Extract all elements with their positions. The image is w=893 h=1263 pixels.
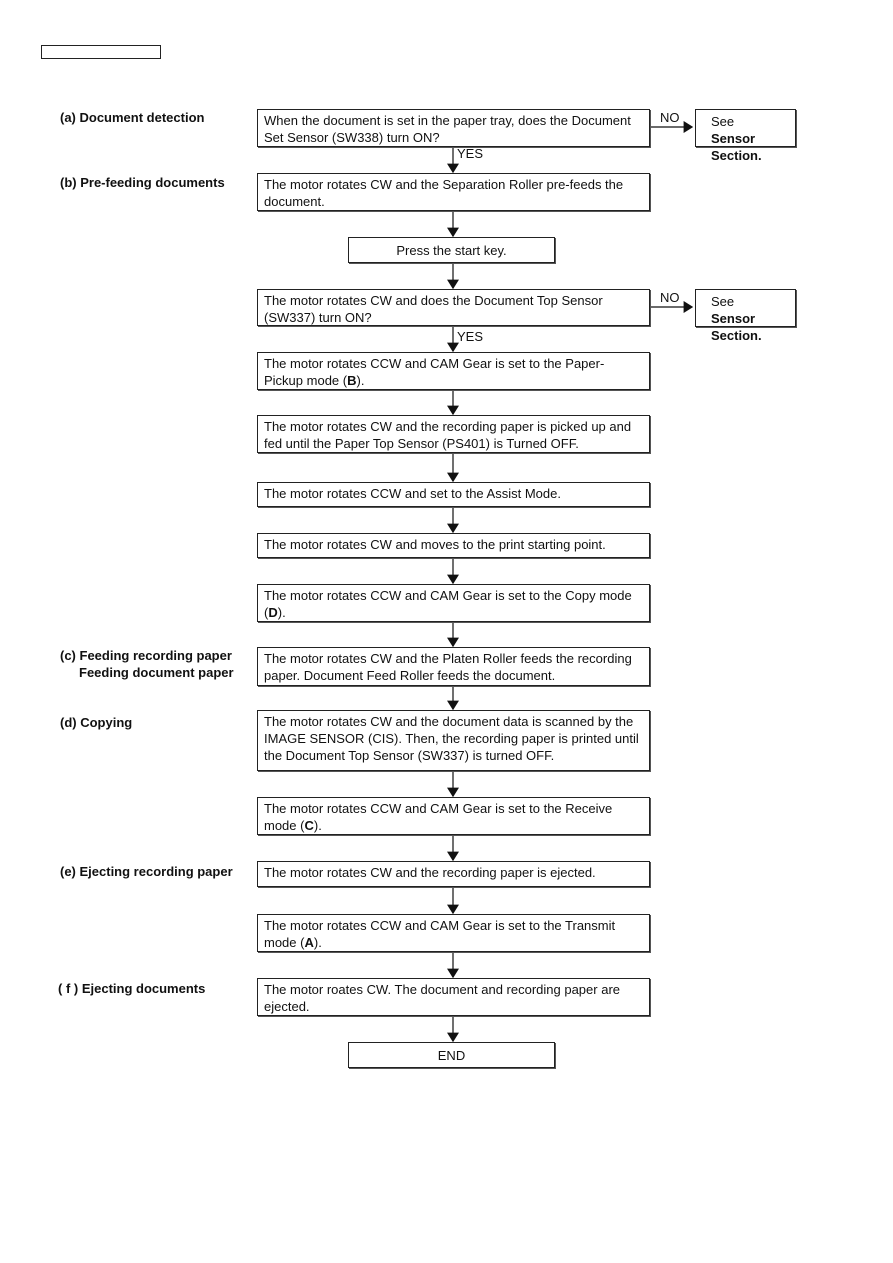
mode-letter: B	[347, 373, 357, 388]
step-document-top-sensor: The motor rotates CW and does the Docume…	[257, 289, 650, 326]
step-press-start: Press the start key.	[348, 237, 555, 263]
step-feeding: The motor rotates CW and the Platen Roll…	[257, 647, 650, 686]
step-paper-pickup-mode: The motor rotates CCW and CAM Gear is se…	[257, 352, 650, 390]
see-sensor-section-box: See Sensor Section.	[695, 289, 796, 343]
section-label-c2: Feeding document paper	[79, 665, 234, 680]
step-transmit-mode: The motor rotates CCW and CAM Gear is se…	[257, 914, 650, 952]
mode-letter: C	[304, 818, 314, 833]
sensor-text: Sensor	[711, 131, 756, 146]
step-end: END	[348, 1042, 555, 1068]
yes-label: YES	[457, 146, 484, 161]
yes-label: YES	[457, 329, 484, 344]
step-eject-documents: The motor roates CW. The document and re…	[257, 978, 650, 1016]
no-label: NO	[660, 290, 680, 305]
section-label-e: (e) Ejecting recording paper	[60, 864, 233, 879]
mode-letter: D	[268, 605, 278, 620]
section-text: Section.	[711, 328, 762, 343]
step-copying: The motor rotates CW and the document da…	[257, 710, 650, 771]
step-eject-paper: The motor rotates CW and the recording p…	[257, 861, 650, 887]
see-text: See	[711, 294, 735, 309]
section-label-c1: (c) Feeding recording paper	[60, 648, 232, 663]
step-pre-feed: The motor rotates CW and the Separation …	[257, 173, 650, 211]
step-copy-mode: The motor rotates CCW and CAM Gear is se…	[257, 584, 650, 622]
step-assist-mode: The motor rotates CCW and set to the Ass…	[257, 482, 650, 507]
mode-letter: A	[304, 935, 314, 950]
section-text: Section.	[711, 148, 762, 163]
step-print-start: The motor rotates CW and moves to the pr…	[257, 533, 650, 558]
step-pickup-paper: The motor rotates CW and the recording p…	[257, 415, 650, 453]
sensor-text: Sensor	[711, 311, 756, 326]
section-label-f: ( f ) Ejecting documents	[58, 981, 206, 996]
see-sensor-section-box: See Sensor Section.	[695, 109, 796, 163]
section-label-b: (b) Pre-feeding documents	[60, 175, 225, 190]
step-receive-mode: The motor rotates CCW and CAM Gear is se…	[257, 797, 650, 835]
step-document-set-sensor: When the document is set in the paper tr…	[257, 109, 650, 147]
see-text: See	[711, 114, 735, 129]
no-label: NO	[660, 110, 680, 125]
section-label-a: (a) Document detection	[60, 110, 205, 125]
section-label-d: (d) Copying	[60, 715, 133, 730]
